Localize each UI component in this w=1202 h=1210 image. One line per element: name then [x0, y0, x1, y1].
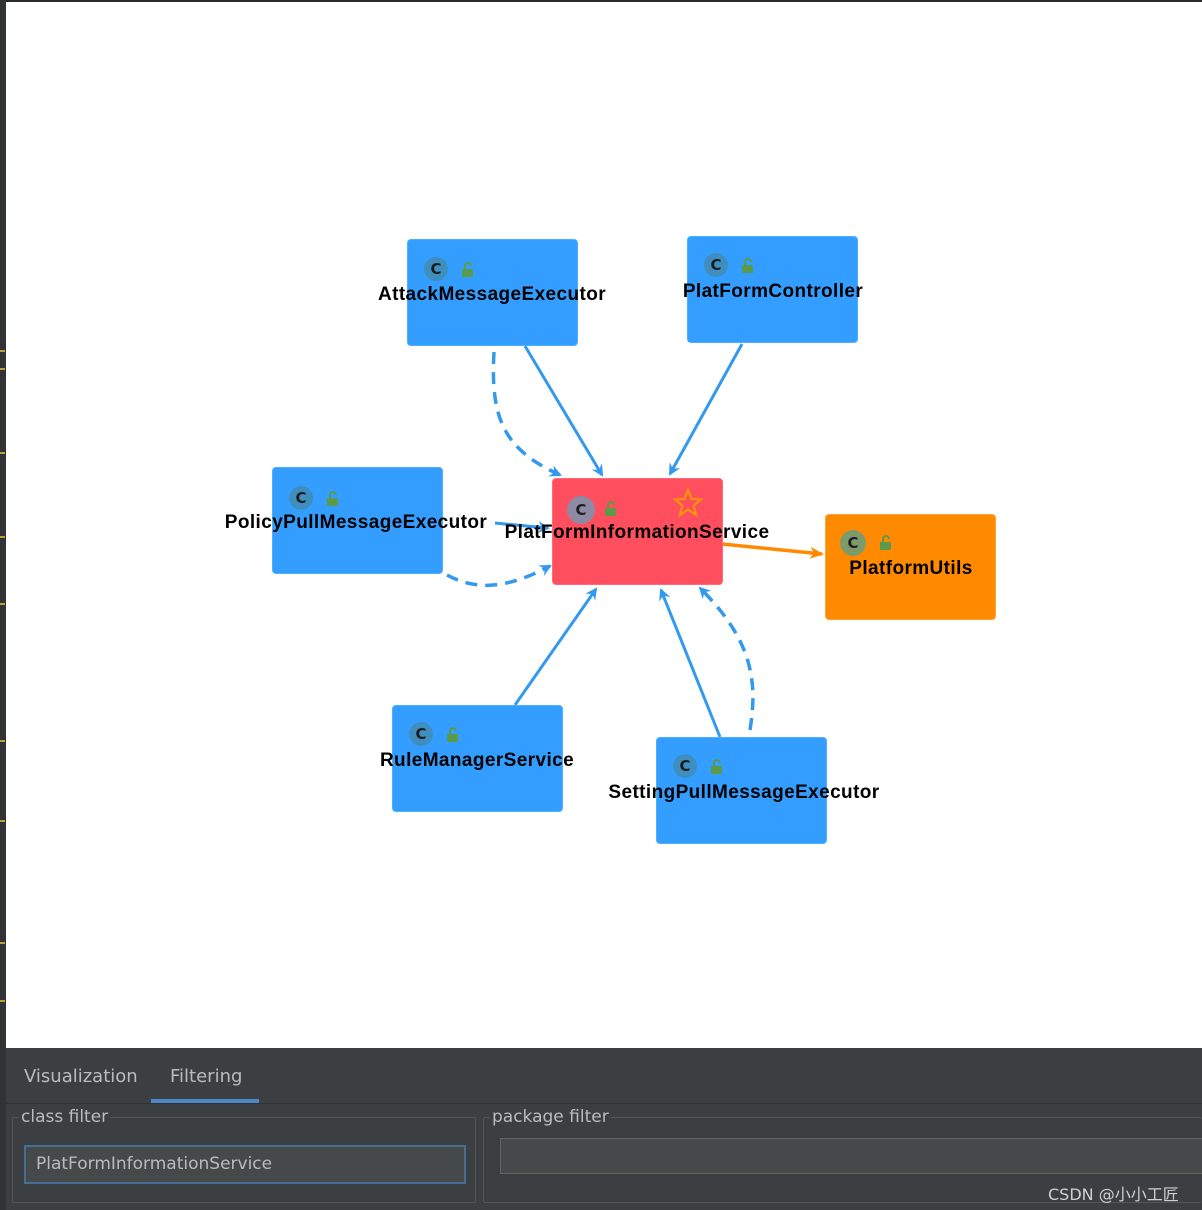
label-platform-information-service: PlatFormInformationService [504, 522, 770, 543]
class-icon: C [840, 530, 866, 556]
unlock-icon [327, 491, 338, 506]
label-attack-message-executor: AttackMessageExecutor [377, 284, 607, 305]
package-filter-input[interactable] [500, 1138, 1202, 1174]
label-rule-manager-service: RuleManagerService [379, 750, 575, 771]
class-filter-input[interactable]: PlatFormInformationService [24, 1145, 466, 1184]
panel-tabs: Visualization Filtering [6, 1048, 1202, 1104]
class-filter-legend: class filter [19, 1107, 111, 1127]
class-filter-group: class filter PlatFormInformationService [12, 1107, 476, 1203]
unlock-icon [711, 759, 722, 774]
bottom-panel: Visualization Filtering class filter Pla… [6, 1048, 1202, 1210]
label-platform-utils: PlatformUtils [849, 558, 973, 579]
unlock-icon [462, 262, 473, 277]
label-platform-controller: PlatFormController [682, 281, 864, 302]
unlock-icon [742, 258, 753, 273]
dependency-viewer: C C C C C C C AttackMessageExecutor Plat… [0, 0, 1202, 1210]
class-icon: C [409, 722, 433, 746]
class-icon: C [704, 253, 728, 277]
star-icon [673, 488, 703, 518]
tab-visualization[interactable]: Visualization [24, 1066, 138, 1087]
class-icon: C [424, 257, 448, 281]
class-icon: C [567, 496, 595, 524]
class-icon: C [289, 486, 313, 510]
class-icon: C [673, 754, 697, 778]
unlock-icon [880, 535, 891, 550]
watermark: CSDN @小小工匠 [1048, 1185, 1179, 1204]
label-policy-pull-message-executor: PolicyPullMessageExecutor [224, 512, 488, 533]
tab-filtering[interactable]: Filtering [170, 1066, 242, 1087]
unlock-icon [447, 727, 458, 742]
tabs-divider [6, 1103, 1202, 1104]
label-setting-pull-message-executor: SettingPullMessageExecutor [608, 782, 880, 803]
package-filter-legend: package filter [490, 1107, 611, 1127]
unlock-icon [605, 501, 616, 516]
